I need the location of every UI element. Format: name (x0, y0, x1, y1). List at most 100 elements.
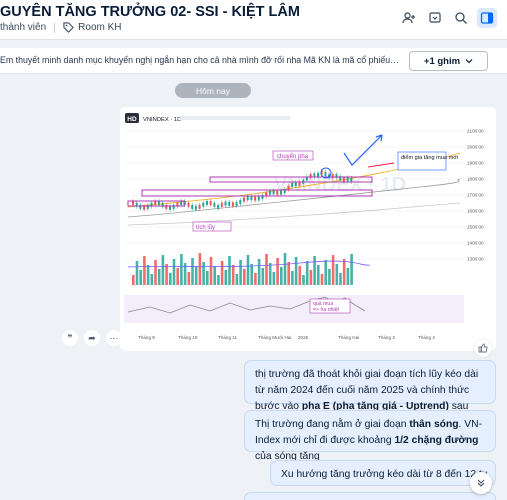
volume-bar (305, 261, 309, 285)
volume-bar (243, 269, 246, 285)
volume-bar (346, 268, 350, 285)
message-bubble[interactable]: thị trường đã thoát khỏi giai đoạn tích … (244, 360, 496, 428)
volume-bar (157, 269, 161, 285)
candle-body (132, 201, 134, 205)
candle-body (191, 204, 194, 209)
candle-body (324, 172, 327, 177)
add-user-icon[interactable] (399, 8, 419, 28)
accumulation-label: tích lũy (196, 225, 215, 231)
candle-body (165, 204, 168, 209)
vnindex-chart[interactable]: HD VNINDEX · 1D VNINDEX · 1D 2100.002000… (120, 107, 496, 351)
volume-bar (335, 264, 339, 285)
volume-bar (342, 259, 346, 285)
share-icon[interactable]: ➦ (84, 330, 100, 346)
candle-body (257, 196, 260, 201)
price-tick-label: 1900.00 (467, 161, 484, 166)
volume-bar (143, 256, 146, 285)
message-text: Xu hướng tăng trưởng kéo dài từ 8 đến 12… (281, 469, 488, 480)
chart-image-message[interactable]: HD VNINDEX · 1D VNINDEX · 1D 2100.00 2000… (120, 107, 496, 351)
volume-bar (309, 270, 313, 285)
message-bubble[interactable]: Xu hướng tăng trưởng kéo dài từ 8 đến 12… (270, 460, 496, 486)
time-axis-label: 2026 (298, 335, 309, 340)
price-tick-label: 1600.00 (467, 209, 484, 214)
candle-body (276, 190, 279, 195)
hd-badge-label: HD (127, 116, 137, 123)
volume-bar (194, 267, 198, 285)
volume-bar (150, 274, 154, 285)
symbol-label: VNINDEX · 1D (143, 117, 181, 123)
pinned-count-button[interactable]: +1 ghim (409, 51, 488, 71)
volume-bar (350, 254, 353, 285)
volume-bar (235, 274, 239, 285)
time-axis: Tháng 9 Tháng 10 Tháng 11 Tháng Mười Hai 202… (138, 335, 435, 340)
volume-bar (132, 275, 135, 285)
candle-body (317, 172, 319, 177)
volume-bar (324, 260, 327, 285)
candle-body (228, 201, 231, 206)
volume-bar (209, 257, 213, 285)
volume-bar (180, 254, 183, 285)
candle-body (209, 201, 212, 206)
thumbs-up-icon (478, 343, 488, 353)
volume-bar (239, 260, 242, 285)
volume-bar (165, 264, 168, 285)
message-text: Thị trường đang nằm ở giai đoạn thân són… (255, 419, 483, 462)
pinned-message-text[interactable]: Em thuyết minh danh mục khuyến nghị ngắn… (0, 55, 400, 65)
volume-bar (339, 273, 342, 285)
buy-point-label: điểm gia tăng mua mới (401, 154, 458, 161)
volume-bar (291, 271, 294, 285)
candle-body (172, 204, 175, 209)
chat-header: GUYÊN TĂNG TRƯỞNG 02- SSI - KIỆT LÂM thà… (0, 0, 507, 40)
volume-bar (313, 256, 316, 285)
volume-bar (331, 255, 335, 285)
volume-bar (154, 260, 157, 285)
message-bubble[interactable]: Thị trường đang nằm ở giai đoạn thân són… (244, 410, 496, 462)
candle-body (335, 174, 338, 179)
candle-body (194, 205, 197, 210)
volume-bar (206, 271, 209, 285)
conversation-meta: thành viên Room KH (0, 22, 122, 33)
sidebar-toggle-icon[interactable] (477, 8, 497, 28)
volume-bar (228, 256, 231, 285)
candle-body (331, 174, 334, 179)
meta-divider (54, 22, 56, 33)
time-axis-label: Tháng 3 (378, 335, 395, 340)
price-tick-label: 1400.00 (467, 241, 484, 246)
candle-body (342, 177, 345, 182)
scroll-to-bottom-button[interactable] (470, 472, 492, 494)
volume-bar (217, 275, 220, 285)
more-icon[interactable]: ⋯ (106, 330, 122, 346)
room-tag-label[interactable]: Room KH (78, 22, 121, 33)
price-tick-label: 2000.00 (467, 145, 484, 150)
pinned-message-bar[interactable]: Em thuyết minh danh mục khuyến nghị ngắn… (0, 48, 507, 74)
volume-bar (224, 270, 228, 285)
volume-bar (257, 259, 261, 285)
tag-icon (63, 22, 75, 33)
time-axis-label: Tháng 9 (138, 335, 155, 340)
time-axis-label: Tháng Hai (338, 335, 359, 340)
candle-body (224, 201, 227, 206)
price-tick-label: 2100.00 (467, 129, 484, 134)
candle-body (157, 201, 160, 206)
volume-bar (231, 265, 235, 285)
candle-body (220, 202, 223, 207)
conversation-title[interactable]: GUYÊN TĂNG TRƯỞNG 02- SSI - KIỆT LÂM (0, 4, 300, 20)
volume-bar (283, 253, 287, 285)
pin-icon[interactable] (425, 8, 445, 28)
volume-bar (287, 262, 290, 285)
candle-body (154, 200, 157, 205)
volume-bar (176, 268, 179, 285)
members-label[interactable]: thành viên (0, 22, 46, 33)
search-icon[interactable] (451, 8, 471, 28)
quote-icon[interactable]: ❞ (62, 330, 78, 346)
volume-bar (191, 258, 194, 285)
candle-body (280, 190, 282, 195)
volume-bar (265, 254, 268, 285)
chevron-double-down-icon (477, 479, 485, 487)
time-axis-label: Tháng 11 (218, 335, 238, 340)
message-bubble[interactable] (244, 492, 496, 500)
candle-body (294, 182, 297, 187)
volume-bar (320, 274, 324, 285)
like-reaction-button[interactable] (474, 339, 492, 357)
price-tick-label: 1700.00 (467, 193, 484, 198)
